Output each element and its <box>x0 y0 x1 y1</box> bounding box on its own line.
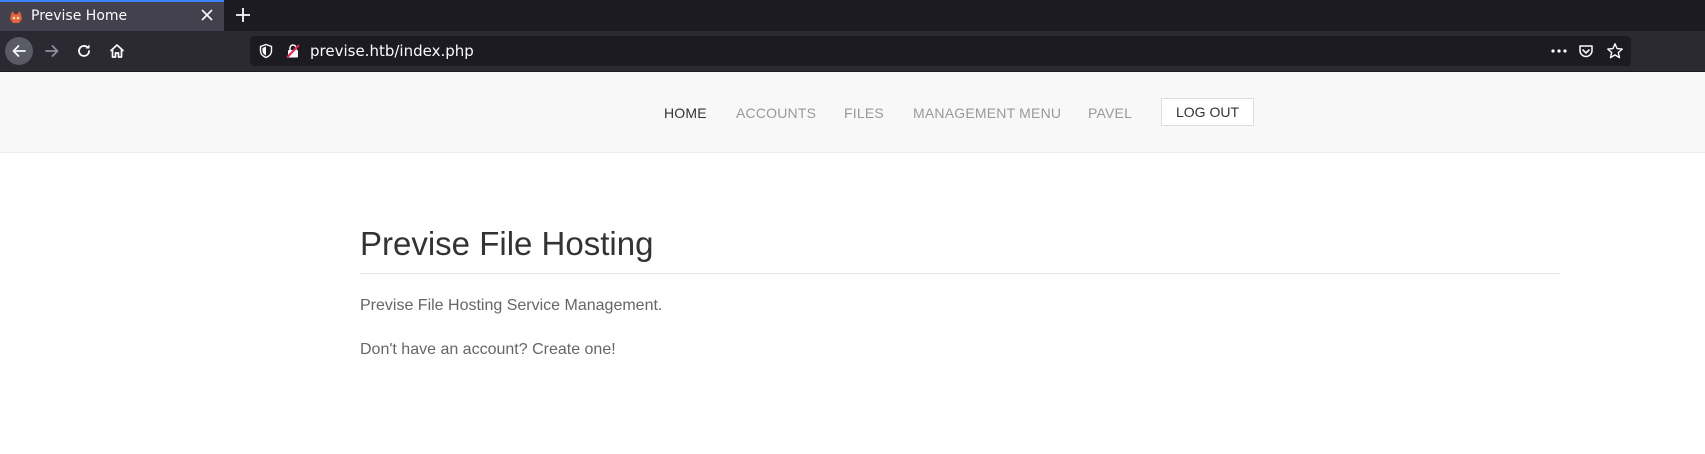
tab-bar: Previse Home <box>0 0 1705 31</box>
nav-pavel[interactable]: PAVEL <box>1088 105 1132 121</box>
page-actions-menu-icon[interactable] <box>1550 43 1568 59</box>
nav-management-menu[interactable]: MANAGEMENT MENU <box>913 105 1061 121</box>
title-divider <box>360 273 1560 274</box>
page-title: Previse File Hosting <box>360 225 654 262</box>
home-button[interactable] <box>103 37 131 65</box>
tracking-shield-icon[interactable] <box>258 43 274 59</box>
previse-favicon-icon <box>10 11 22 23</box>
reload-icon <box>78 44 90 57</box>
home-icon <box>109 44 125 58</box>
site-header: HOME ACCOUNTS FILES MANAGEMENT MENU PAVE… <box>0 72 1705 153</box>
service-description: Previse File Hosting Service Management. <box>360 297 663 314</box>
new-tab-icon[interactable] <box>232 4 254 26</box>
reload-button[interactable] <box>70 37 98 65</box>
pocket-icon[interactable] <box>1578 43 1594 59</box>
nav-home[interactable]: HOME <box>664 105 707 121</box>
tab-title: Previse Home <box>31 8 128 24</box>
back-button[interactable] <box>5 37 33 65</box>
insecure-lock-icon[interactable] <box>285 43 301 59</box>
forward-button[interactable] <box>38 37 66 65</box>
url-text[interactable]: previse.htb/index.php <box>310 42 474 60</box>
bookmark-star-icon[interactable] <box>1606 42 1624 60</box>
close-tab-icon[interactable] <box>199 7 215 23</box>
arrow-right-icon <box>45 45 59 57</box>
logout-button[interactable]: LOG OUT <box>1161 98 1254 126</box>
browser-toolbar: previse.htb/index.php <box>0 31 1705 72</box>
signup-prompt: Don't have an account? Create one! <box>360 341 616 358</box>
url-bar[interactable]: previse.htb/index.php <box>250 36 1631 66</box>
nav-accounts[interactable]: ACCOUNTS <box>736 105 816 121</box>
browser-tab[interactable]: Previse Home <box>0 0 224 31</box>
arrow-left-icon <box>12 45 26 57</box>
nav-files[interactable]: FILES <box>844 105 884 121</box>
